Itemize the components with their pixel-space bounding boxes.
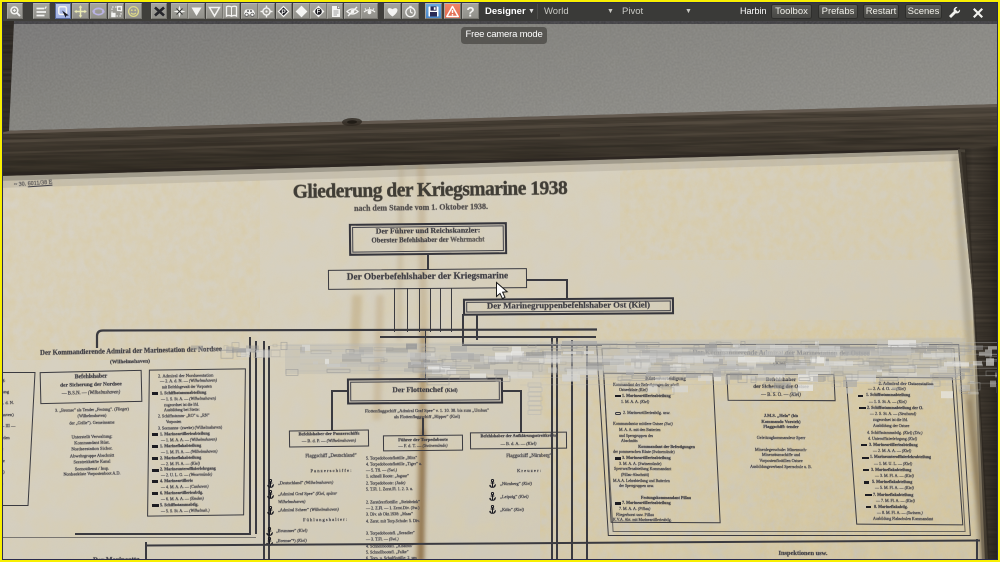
svg-text:P: P [282,8,287,15]
svg-text:?: ? [466,5,474,18]
svg-text:F: F [317,9,321,15]
